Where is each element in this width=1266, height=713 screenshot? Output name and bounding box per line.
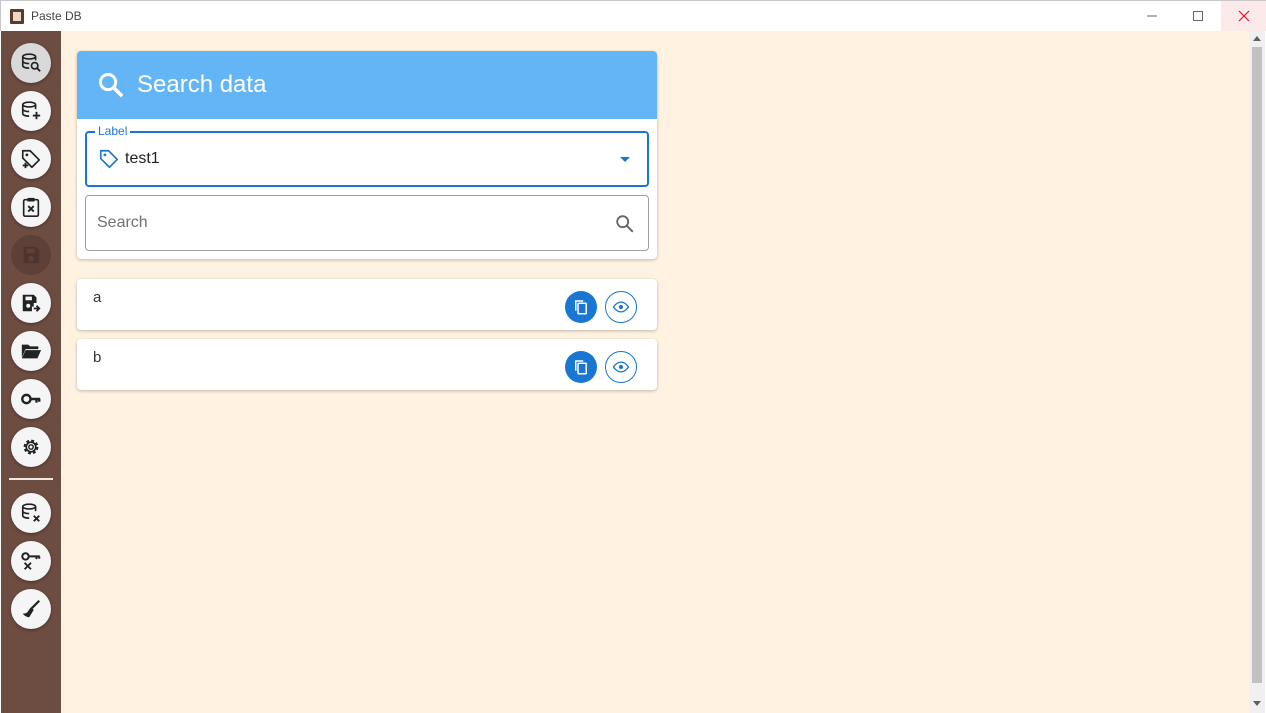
- view-button[interactable]: [605, 351, 637, 383]
- search-input[interactable]: [97, 212, 597, 234]
- scroll-down-arrow-icon[interactable]: [1253, 701, 1261, 706]
- clipboard-remove-icon: [22, 197, 40, 217]
- result-text: a: [93, 289, 102, 306]
- app-logo-icon: [10, 9, 24, 24]
- save-icon: [23, 246, 40, 264]
- eye-icon: [612, 301, 630, 313]
- main-content: Search data Label test1 a: [61, 31, 1249, 713]
- search-database-button[interactable]: [11, 43, 51, 83]
- maximize-button[interactable]: [1175, 1, 1221, 31]
- search-field[interactable]: [85, 195, 649, 251]
- label-select-value: test1: [125, 150, 160, 167]
- tag-plus-icon: [21, 149, 41, 169]
- delete-key-button[interactable]: [11, 541, 51, 581]
- tag-icon: [99, 149, 119, 169]
- chevron-down-icon[interactable]: [620, 157, 630, 162]
- save-as-button[interactable]: [11, 283, 51, 323]
- scroll-up-arrow-icon[interactable]: [1253, 36, 1261, 41]
- database-search-icon: [21, 53, 41, 72]
- minimize-icon: [1147, 15, 1157, 17]
- close-button[interactable]: [1221, 1, 1266, 31]
- copy-icon: [575, 360, 587, 375]
- broom-icon: [22, 599, 41, 618]
- settings-button[interactable]: [11, 427, 51, 467]
- save-export-icon: [22, 294, 41, 312]
- database-remove-icon: [21, 503, 40, 522]
- clean-button[interactable]: [11, 589, 51, 629]
- add-label-button[interactable]: [11, 139, 51, 179]
- gear-icon: [23, 439, 39, 455]
- scrollbar-thumb[interactable]: [1252, 47, 1262, 683]
- copy-button[interactable]: [565, 351, 597, 383]
- list-item: a: [77, 279, 657, 330]
- search-panel-header: Search data: [77, 51, 657, 119]
- delete-database-button[interactable]: [11, 493, 51, 533]
- label-field-legend: Label: [95, 124, 131, 138]
- key-button[interactable]: [11, 379, 51, 419]
- vertical-scrollbar[interactable]: [1249, 31, 1265, 713]
- key-icon: [21, 393, 41, 405]
- minimize-button[interactable]: [1129, 1, 1175, 31]
- folder-open-icon: [21, 344, 42, 359]
- search-panel: Search data Label test1: [77, 51, 657, 259]
- panel-title: Search data: [137, 71, 267, 98]
- maximize-icon: [1193, 11, 1203, 21]
- label-select[interactable]: Label test1: [85, 124, 649, 187]
- window-title: Paste DB: [31, 9, 82, 23]
- sidebar: [1, 31, 61, 713]
- result-text: b: [93, 349, 102, 366]
- window-titlebar[interactable]: Paste DB: [0, 0, 1266, 31]
- eye-icon: [612, 361, 630, 373]
- view-button[interactable]: [605, 291, 637, 323]
- clear-clipboard-button[interactable]: [11, 187, 51, 227]
- copy-icon: [575, 300, 587, 315]
- open-folder-button[interactable]: [11, 331, 51, 371]
- copy-button[interactable]: [565, 291, 597, 323]
- list-item: b: [77, 339, 657, 390]
- search-icon: [98, 72, 124, 98]
- save-button[interactable]: [11, 235, 51, 275]
- sidebar-divider: [9, 478, 53, 480]
- close-icon: [1238, 10, 1250, 22]
- search-icon[interactable]: [614, 213, 636, 235]
- database-plus-icon: [21, 101, 41, 120]
- key-remove-icon: [21, 552, 41, 570]
- add-database-button[interactable]: [11, 91, 51, 131]
